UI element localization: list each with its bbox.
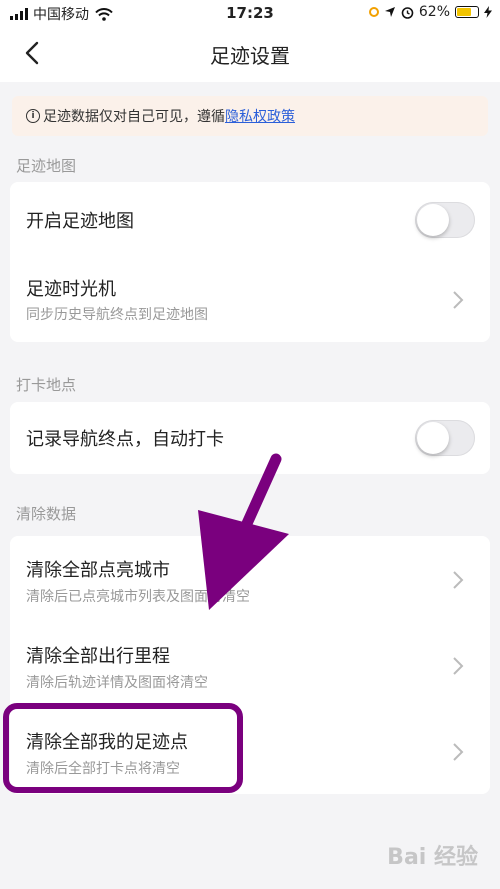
location-arrow-icon bbox=[384, 7, 395, 17]
row-clear-cities[interactable]: 清除全部点亮城市 清除后已点亮城市列表及图面将清空 bbox=[10, 536, 490, 622]
chevron-right-icon bbox=[453, 743, 464, 761]
row-title: 清除全部点亮城市 bbox=[26, 560, 170, 581]
row-title: 清除全部出行里程 bbox=[26, 646, 170, 667]
chevron-right-icon bbox=[453, 291, 464, 309]
card-footprint-map: 开启足迹地图 足迹时光机 同步历史导航终点到足迹地图 bbox=[10, 182, 490, 342]
battery-percent: 62% bbox=[418, 4, 450, 20]
nav-bar: 足迹设置 bbox=[0, 26, 500, 82]
row-title: 记录导航终点，自动打卡 bbox=[26, 429, 224, 450]
row-title: 开启足迹地图 bbox=[26, 211, 134, 232]
status-right: 62% bbox=[368, 4, 492, 20]
page-title: 足迹设置 bbox=[210, 44, 290, 68]
section-title-checkin: 打卡地点 bbox=[16, 376, 77, 394]
charging-icon bbox=[484, 6, 492, 18]
card-checkin: 记录导航终点，自动打卡 bbox=[10, 402, 490, 474]
row-subtitle: 清除后已点亮城市列表及图面将清空 bbox=[26, 589, 250, 605]
row-enable-footprint-map: 开启足迹地图 bbox=[10, 182, 490, 258]
alarm-icon bbox=[401, 6, 414, 19]
battery-icon bbox=[455, 6, 479, 18]
highlight-box bbox=[3, 703, 243, 793]
status-bar: 中国移动 17:23 62% bbox=[0, 0, 500, 26]
row-clear-mileage[interactable]: 清除全部出行里程 清除后轨迹详情及图面将清空 bbox=[10, 622, 490, 708]
toggle-footprint-map[interactable] bbox=[415, 202, 475, 238]
watermark: Bai 经验 bbox=[387, 845, 478, 870]
notice-text: 足迹数据仅对自己可见，遵循 bbox=[43, 109, 225, 125]
chevron-right-icon bbox=[453, 571, 464, 589]
row-auto-checkin: 记录导航终点，自动打卡 bbox=[10, 402, 490, 474]
privacy-notice: i 足迹数据仅对自己可见，遵循 隐私权政策 bbox=[12, 96, 488, 136]
row-title: 足迹时光机 bbox=[26, 279, 116, 300]
toggle-auto-checkin[interactable] bbox=[415, 420, 475, 456]
privacy-policy-link[interactable]: 隐私权政策 bbox=[225, 106, 295, 126]
info-icon: i bbox=[26, 109, 40, 123]
section-title-clear-data: 清除数据 bbox=[16, 505, 77, 523]
row-time-machine[interactable]: 足迹时光机 同步历史导航终点到足迹地图 bbox=[10, 258, 490, 342]
toggle-knob bbox=[417, 204, 449, 236]
row-subtitle: 同步历史导航终点到足迹地图 bbox=[26, 307, 208, 323]
toggle-knob bbox=[417, 422, 449, 454]
row-subtitle: 清除后轨迹详情及图面将清空 bbox=[26, 675, 208, 691]
section-title-footprint-map: 足迹地图 bbox=[16, 157, 77, 175]
record-dot-icon bbox=[368, 7, 379, 17]
chevron-right-icon bbox=[453, 657, 464, 675]
